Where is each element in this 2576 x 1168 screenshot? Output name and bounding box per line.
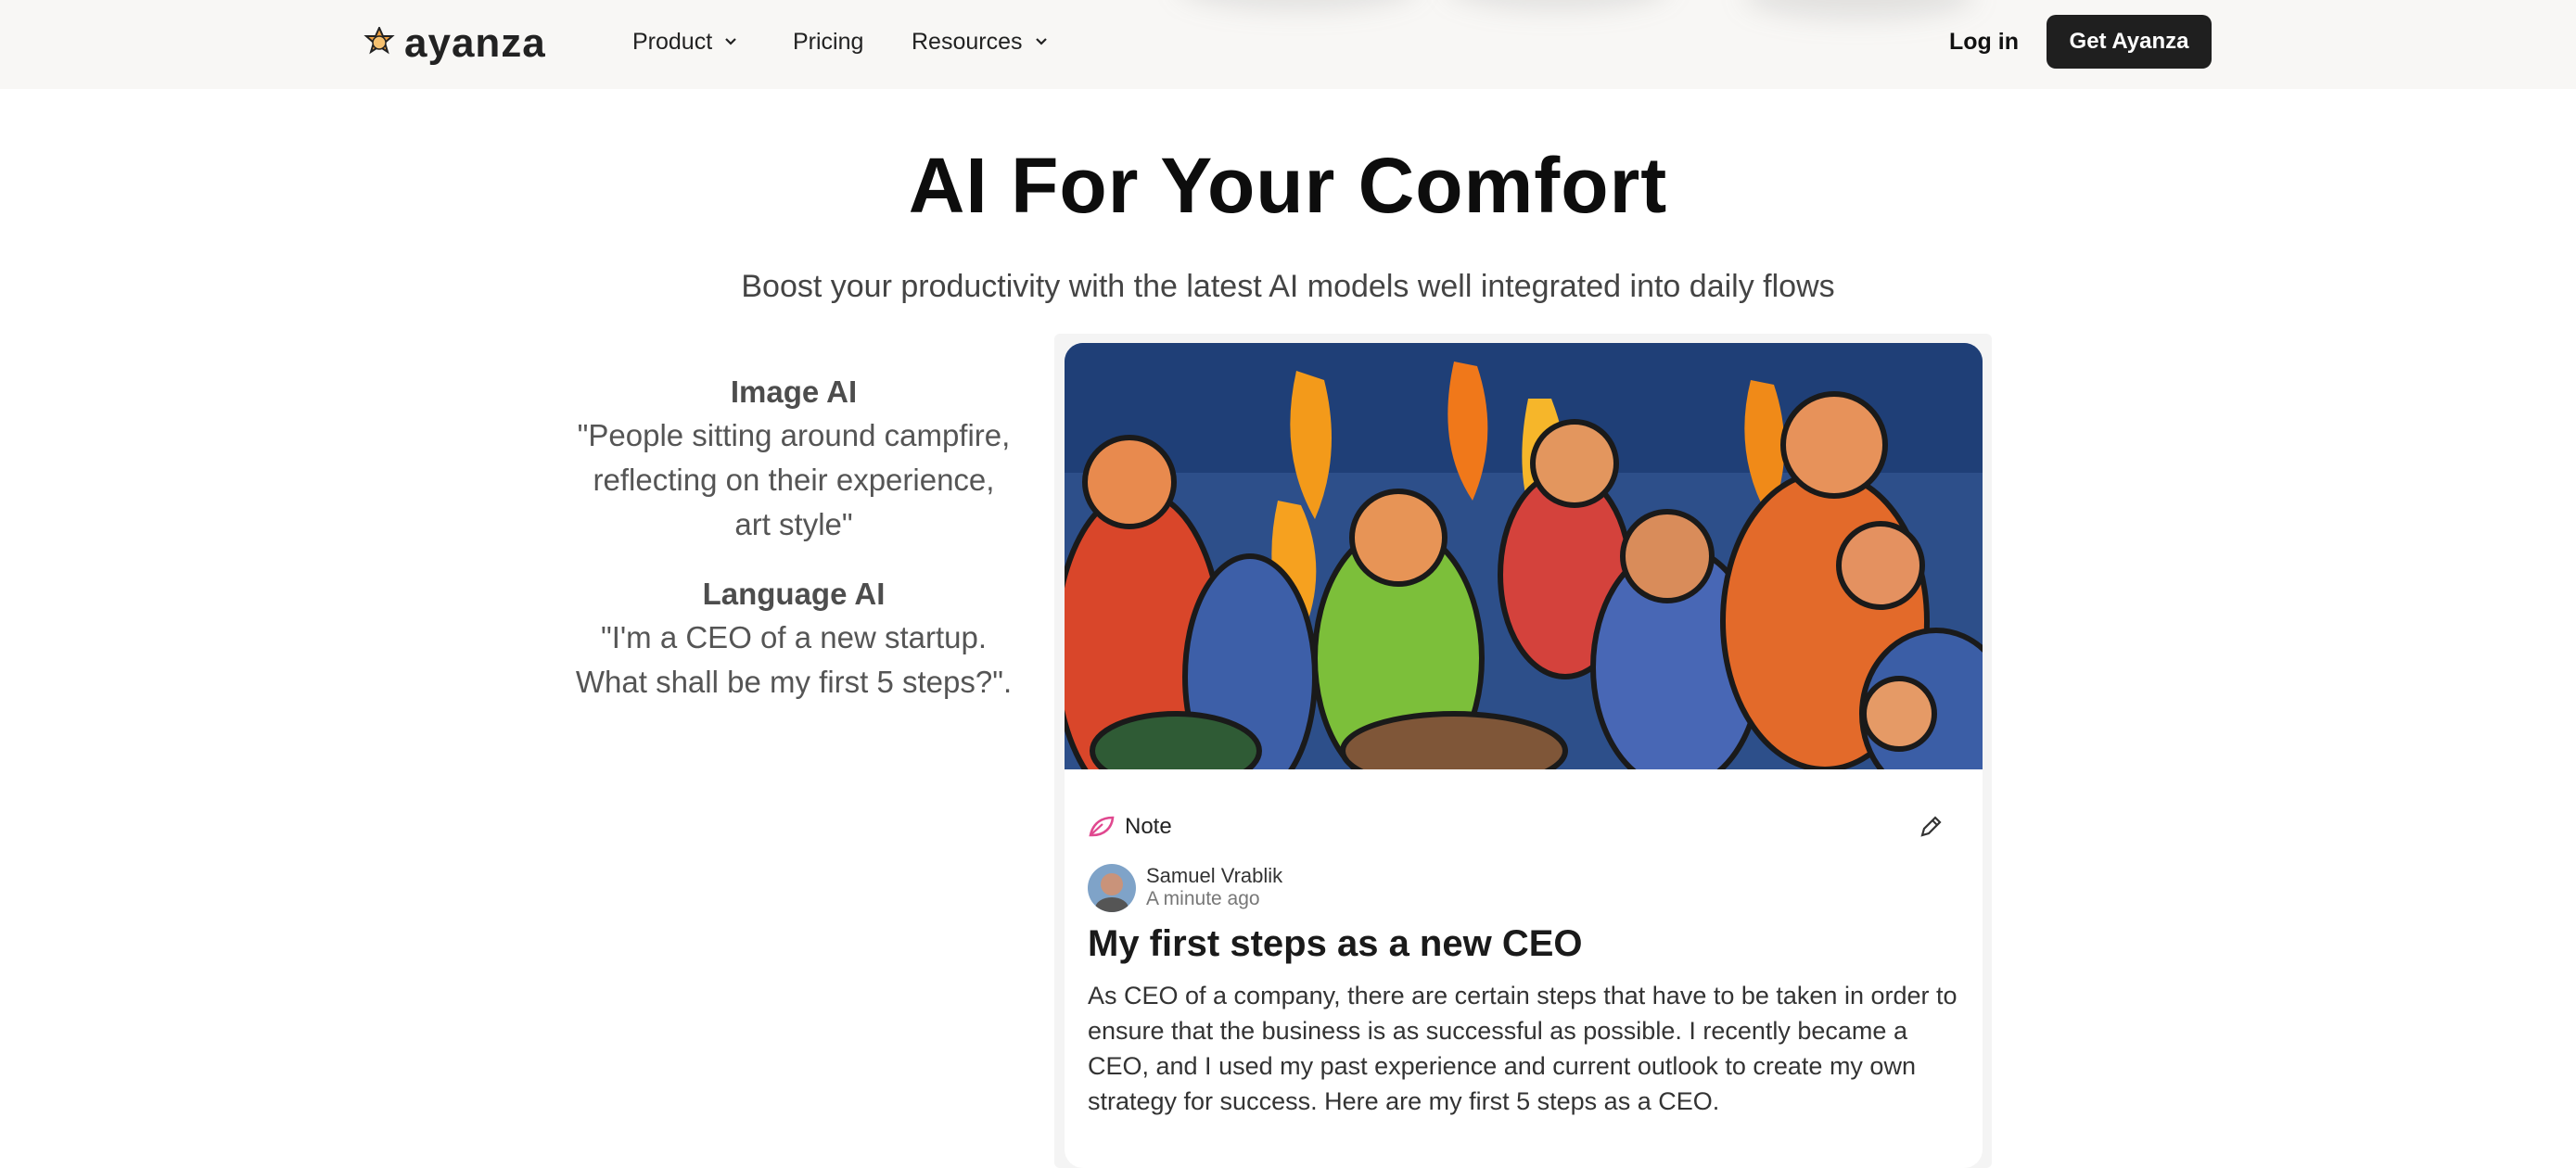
note-label: Note <box>1125 814 1172 839</box>
note-leaf-icon <box>1089 816 1115 837</box>
note-header: Note <box>1088 814 1172 840</box>
nav-product-label: Product <box>632 28 713 55</box>
prompt-text: "I'm a CEO of a new startup. What shall … <box>575 620 1013 699</box>
prompt-text: "People sitting around campfire, reflect… <box>577 418 1011 541</box>
logo[interactable]: ayanza <box>363 20 546 67</box>
campfire-artwork <box>1065 343 1983 769</box>
post-title: My first steps as a new CEO <box>1088 923 1583 964</box>
note-card: Note Samuel Vrablik A minute ago My firs… <box>1065 343 1983 1168</box>
nav-pricing-label: Pricing <box>793 28 864 55</box>
prompt-heading: Language AI <box>702 577 886 611</box>
get-ayanza-button[interactable]: Get Ayanza <box>2047 15 2212 69</box>
nav-resources-label: Resources <box>912 28 1023 55</box>
image-ai-prompt: Image AI "People sitting around campfire… <box>575 371 1013 547</box>
author-name: Samuel Vrablik <box>1146 864 1283 887</box>
ayanza-logo-icon <box>363 27 395 55</box>
nav-resources[interactable]: Resources <box>912 24 1049 59</box>
post-time: A minute ago <box>1146 888 1260 909</box>
page-subtitle: Boost your productivity with the latest … <box>741 269 1835 304</box>
nav-product[interactable]: Product <box>632 24 738 59</box>
top-nav: ayanza Product Pricing Resources Log in … <box>0 0 2576 89</box>
prompt-heading: Image AI <box>730 375 858 409</box>
nav-pricing[interactable]: Pricing <box>793 24 863 59</box>
post-body: As CEO of a company, there are certain s… <box>1088 982 1958 1115</box>
language-ai-prompt: Language AI "I'm a CEO of a new startup.… <box>575 573 1013 705</box>
login-link[interactable]: Log in <box>1949 24 2019 59</box>
decorative-blur <box>1178 0 1419 9</box>
page-title: AI For Your Comfort <box>908 142 1668 229</box>
decorative-blur <box>1743 0 1975 19</box>
chevron-down-icon <box>1035 38 1047 45</box>
logo-text: ayanza <box>404 20 546 66</box>
pencil-edit-icon[interactable] <box>1918 814 1944 840</box>
avatar <box>1088 864 1136 912</box>
chevron-down-icon <box>725 38 736 45</box>
decorative-blur <box>1447 0 1669 9</box>
